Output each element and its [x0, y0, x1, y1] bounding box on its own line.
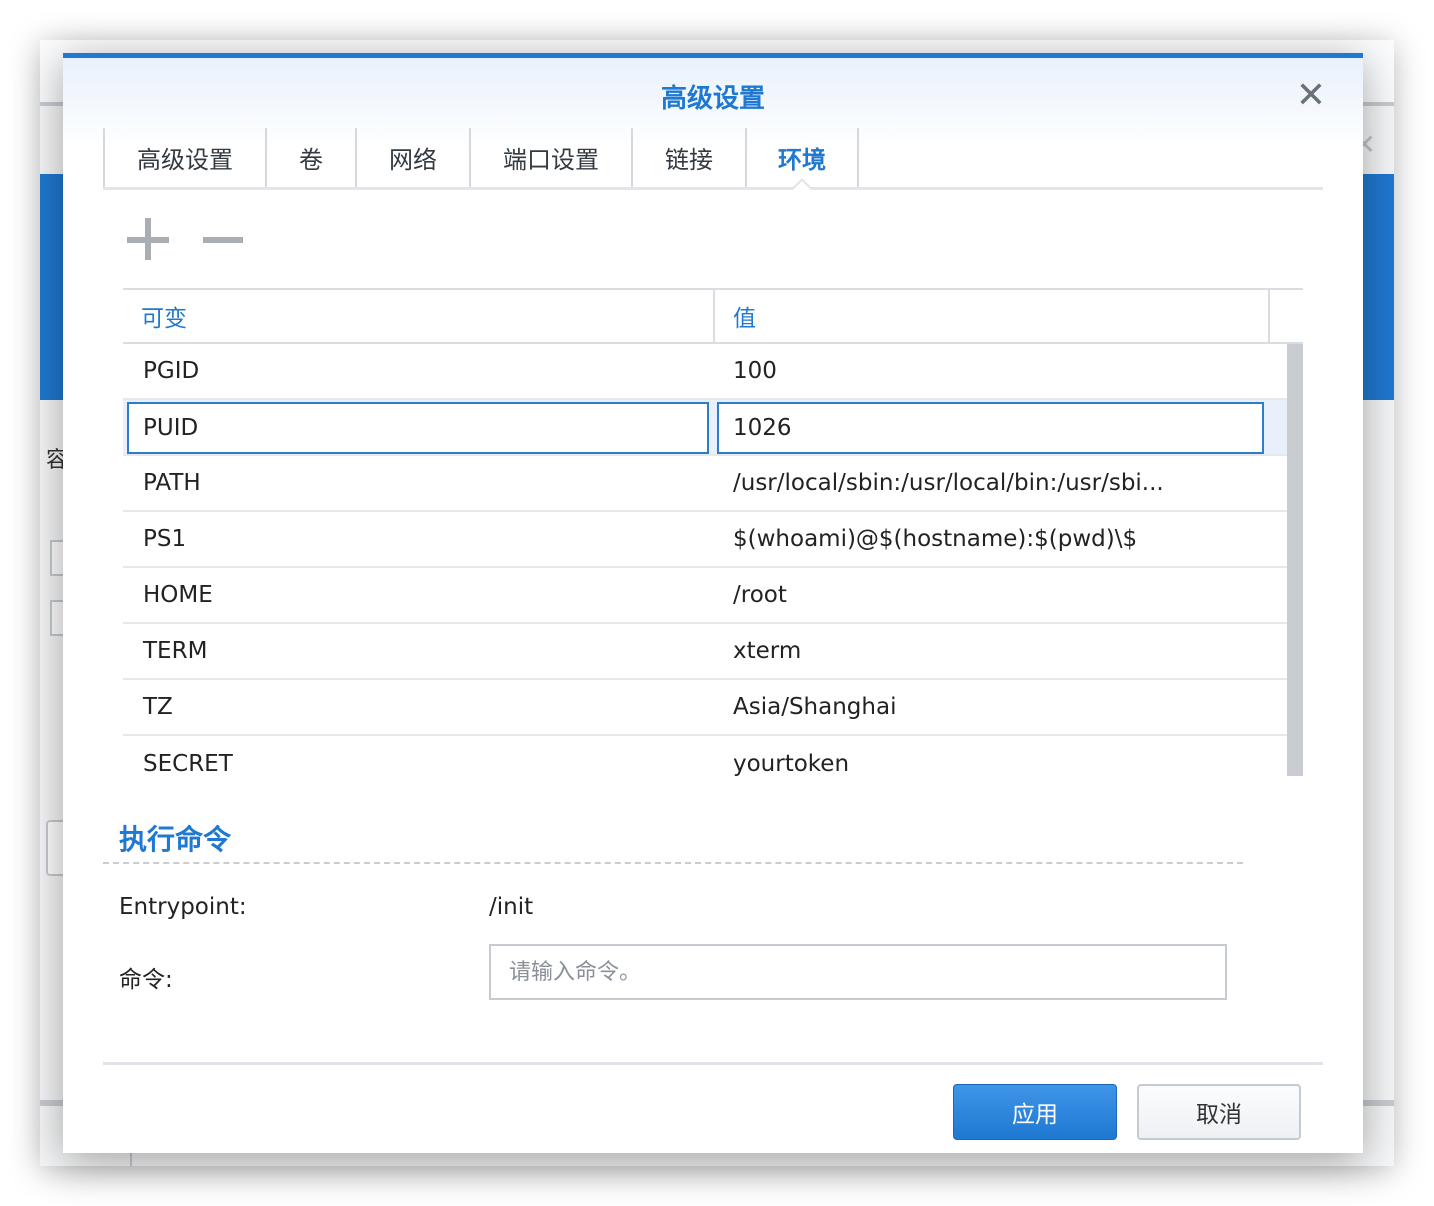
command-label: 命令:	[119, 967, 173, 993]
value-cell-editor[interactable]: 1026	[717, 402, 1264, 454]
table-row[interactable]: PS1 $(whoami)@$(hostname):$(pwd)\$	[123, 512, 1303, 568]
entrypoint-label: Entrypoint:	[119, 894, 247, 920]
command-input[interactable]	[489, 944, 1227, 1000]
env-variables-table: 可变 值 PGID 100 PUID 1026 PATH /usr/local/…	[123, 288, 1303, 778]
variable-cell[interactable]: HOME	[123, 568, 715, 622]
cancel-button[interactable]: 取消	[1137, 1084, 1301, 1140]
env-toolbar	[127, 218, 245, 262]
table-header: 可变 值	[123, 290, 1303, 344]
variable-cell[interactable]: PATH	[123, 456, 715, 510]
tab-environment[interactable]: 环境	[745, 128, 859, 191]
variable-cell[interactable]: TZ	[123, 680, 715, 734]
column-header-spacer	[1270, 290, 1303, 342]
table-row[interactable]: HOME /root	[123, 568, 1303, 624]
table-row[interactable]: PGID 100	[123, 344, 1303, 400]
advanced-settings-dialog: 高级设置 ✕ 高级设置 卷 网络 端口设置 链接 环境 可变 值 PGID 10…	[63, 53, 1363, 1153]
column-header-value[interactable]: 值	[715, 290, 1270, 342]
tab-advanced-settings[interactable]: 高级设置	[103, 128, 265, 187]
variable-cell[interactable]: SECRET	[123, 736, 715, 792]
table-row[interactable]: SECRET yourtoken	[123, 736, 1303, 792]
table-scrollbar[interactable]	[1287, 344, 1303, 776]
value-cell[interactable]: 100	[715, 344, 1270, 398]
entrypoint-value: /init	[489, 894, 534, 920]
value-cell[interactable]: yourtoken	[715, 736, 1270, 792]
table-row-selected[interactable]: PUID 1026	[123, 400, 1303, 456]
tab-bar: 高级设置 卷 网络 端口设置 链接 环境	[103, 128, 1323, 191]
variable-cell[interactable]: PS1	[123, 512, 715, 566]
value-cell[interactable]: /usr/local/sbin:/usr/local/bin:/usr/sbi.…	[715, 456, 1270, 510]
minus-icon[interactable]	[201, 218, 245, 262]
apply-button[interactable]: 应用	[953, 1084, 1117, 1140]
close-icon[interactable]: ✕	[1291, 78, 1331, 118]
table-row[interactable]: PATH /usr/local/sbin:/usr/local/bin:/usr…	[123, 456, 1303, 512]
tab-volume[interactable]: 卷	[265, 128, 355, 187]
value-cell[interactable]: xterm	[715, 624, 1270, 678]
table-row[interactable]: TERM xterm	[123, 624, 1303, 680]
value-cell[interactable]: /root	[715, 568, 1270, 622]
variable-cell[interactable]: PGID	[123, 344, 715, 398]
dialog-title: 高级设置	[660, 84, 765, 114]
variable-cell-editor[interactable]: PUID	[127, 402, 709, 454]
value-cell[interactable]: $(whoami)@$(hostname):$(pwd)\$	[715, 512, 1270, 566]
footer-divider	[103, 1062, 1323, 1065]
table-row[interactable]: TZ Asia/Shanghai	[123, 680, 1303, 736]
exec-section-title: 执行命令	[119, 823, 232, 856]
variable-cell[interactable]: TERM	[123, 624, 715, 678]
value-cell[interactable]: Asia/Shanghai	[715, 680, 1270, 734]
section-divider	[103, 862, 1243, 864]
column-header-variable[interactable]: 可变	[123, 290, 715, 342]
tab-network[interactable]: 网络	[355, 128, 469, 187]
tab-links[interactable]: 链接	[631, 128, 745, 187]
table-body: PGID 100 PUID 1026 PATH /usr/local/sbin:…	[123, 344, 1303, 792]
tab-port-settings[interactable]: 端口设置	[469, 128, 631, 187]
plus-icon[interactable]	[127, 218, 171, 262]
